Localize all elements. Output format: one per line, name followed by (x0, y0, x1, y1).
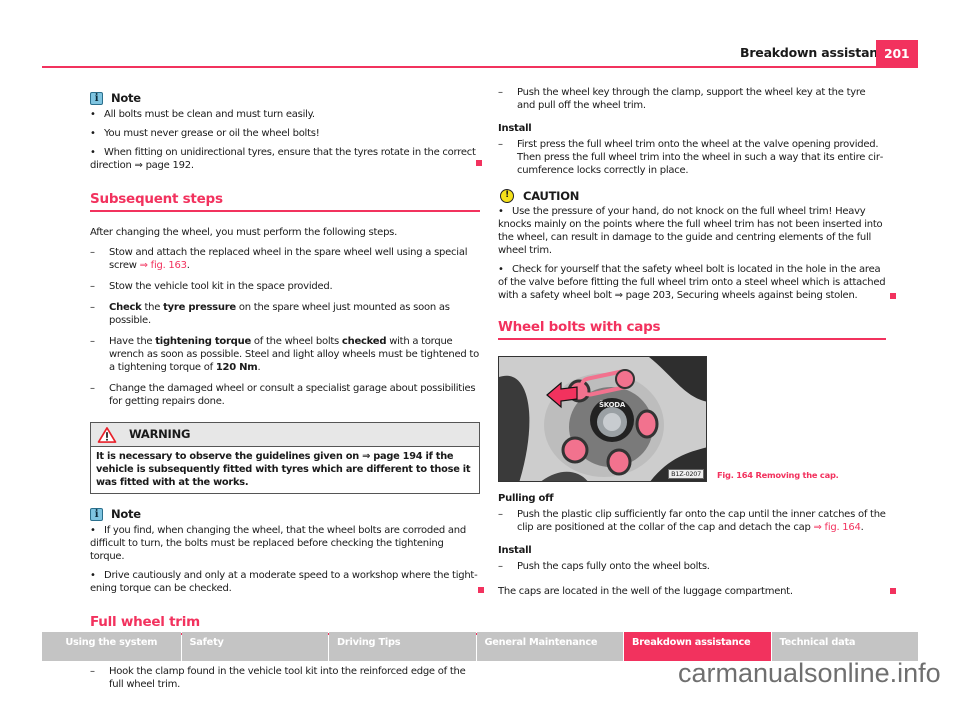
tab-technical-data[interactable]: Technical data (771, 632, 918, 661)
figure-image: ŠKODA B1Z-0207 (498, 356, 707, 482)
dash-marker: – (90, 666, 95, 677)
section-end-marker (476, 160, 482, 166)
tab-safety[interactable]: Safety (181, 632, 328, 661)
info-icon: i (90, 507, 103, 521)
bullet-icon: • (498, 264, 504, 275)
note-title: Note (111, 90, 141, 105)
step-item: – Push the plastic clip sufficiently far … (498, 509, 886, 533)
caution-icon: ! (500, 189, 514, 203)
dash-marker: – (90, 383, 95, 394)
warning-box: WARNING It is necessary to observe the g… (90, 422, 480, 494)
bullet-icon: • (90, 128, 96, 139)
note-item: • You must never grease or oil the wheel … (90, 128, 320, 139)
note-heading: i Note (90, 506, 480, 522)
note-item: • Drive cautiously and only at a moderate… (90, 569, 484, 595)
chapter-title: Breakdown assistance (740, 45, 894, 60)
step-item: – Change the damaged wheel or consult a s… (90, 383, 476, 407)
step-item: – Check the tyre pressure on the spare wh… (90, 302, 450, 326)
dash-marker: – (90, 281, 95, 292)
closing-text: The caps are located in the well of the … (498, 585, 896, 598)
dash-marker: – (498, 139, 503, 150)
watermark: carmanualsonline.info (678, 658, 941, 688)
tab-breakdown-assistance[interactable]: Breakdown assistance (624, 632, 771, 661)
caution-item: • Use the pressure of your hand, do not k… (498, 206, 883, 256)
section-end-marker (890, 588, 896, 594)
dash-marker: – (90, 336, 95, 347)
caution-item: • Check for yourself that the safety whee… (498, 263, 896, 302)
step-item: – First press the full wheel trim onto th… (498, 139, 884, 176)
brand-logo-text: ŠKODA (599, 400, 626, 409)
step-item: – Stow the vehicle tool kit in the space … (90, 281, 333, 292)
warning-icon (97, 426, 117, 443)
note-item: • If you find, when changing the wheel, t… (90, 525, 466, 562)
bullet-icon: • (90, 109, 96, 120)
warning-text: It is necessary to observe the guideline… (96, 451, 471, 488)
section-end-marker (890, 293, 896, 299)
subheading-install: Install (498, 545, 532, 556)
section-end-marker (478, 587, 484, 593)
step-item: – Hook the clamp found in the vehicle too… (90, 666, 466, 690)
dash-marker: – (498, 87, 503, 98)
bullet-icon: • (90, 525, 96, 536)
dash-marker: – (90, 302, 95, 313)
wheel-cap-illustration: ŠKODA (499, 357, 706, 481)
bullet-icon: • (90, 570, 96, 581)
caution-title: CAUTION (523, 188, 580, 203)
bullet-icon: • (90, 147, 96, 158)
figure-caption: Fig. 164 Removing the cap. (717, 470, 839, 480)
section-heading-wheel-bolts-with-caps: Wheel bolts with caps (498, 318, 886, 340)
right-column: – Push the wheel key through the clamp, s… (498, 86, 896, 605)
note-heading: i Note (90, 90, 480, 106)
step-item: – Push the caps fully onto the wheel bolt… (498, 561, 710, 572)
dash-marker: – (90, 247, 95, 258)
warning-title: WARNING (129, 427, 191, 441)
page-link[interactable]: ⇒ page 192 (135, 160, 192, 171)
info-icon: i (90, 91, 103, 105)
bullet-icon: • (498, 206, 504, 217)
section-heading-subsequent-steps: Subsequent steps (90, 190, 480, 212)
subheading-install: Install (498, 123, 532, 134)
figure-link[interactable]: ⇒ fig. 163 (140, 260, 187, 271)
chapter-nav: Using the system Safety Driving Tips Gen… (42, 632, 918, 661)
intro-text: After changing the wheel, you must perfo… (90, 227, 398, 238)
step-item: – Push the wheel key through the clamp, s… (498, 87, 866, 111)
header-rule (42, 66, 918, 68)
page-number: 201 (876, 40, 918, 68)
figure-164: ŠKODA B1Z-0207 Fig. 164 Removing the cap… (498, 356, 886, 482)
note-title: Note (111, 506, 141, 521)
warning-heading: WARNING (91, 423, 479, 447)
step-item: – Stow and attach the replaced wheel in t… (90, 247, 468, 271)
tab-using-the-system[interactable]: Using the system (42, 632, 181, 661)
tab-general-maintenance[interactable]: General Maintenance (476, 632, 623, 661)
note-item: • When fitting on unidirectional tyres, e… (90, 146, 482, 172)
figure-code: B1Z-0207 (668, 469, 704, 479)
dash-marker: – (498, 509, 503, 520)
caution-heading: ! CAUTION (498, 189, 886, 203)
step-item: – Have the tightening torque of the wheel… (90, 336, 479, 373)
dash-marker: – (498, 561, 503, 572)
figure-link[interactable]: ⇒ fig. 164 (814, 522, 861, 533)
tab-driving-tips[interactable]: Driving Tips (329, 632, 476, 661)
left-column: i Note • All bolts must be clean and must… (90, 90, 484, 699)
subheading-pulling-off: Pulling off (498, 493, 554, 504)
note-item: • All bolts must be clean and must turn e… (90, 109, 315, 120)
